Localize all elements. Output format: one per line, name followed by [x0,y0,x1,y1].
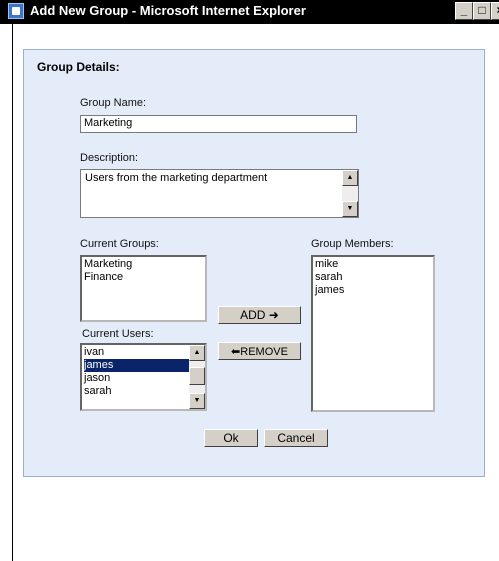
group-members-label: Group Members: [311,238,394,250]
scroll-up-icon[interactable]: ▲ [342,170,358,186]
list-item[interactable]: jason [84,372,203,385]
group-members-list[interactable]: mike sarah james [311,255,435,412]
current-groups-label: Current Groups: [80,238,159,250]
ie-page-icon [8,3,24,19]
description-textarea[interactable]: Users from the marketing department ▲ ▼ [80,169,359,218]
ok-button[interactable]: Ok [204,429,258,447]
panel-heading: Group Details: [37,60,120,74]
users-scrollbar[interactable]: ▲ ▼ [189,345,205,409]
description-label: Description: [80,152,139,164]
description-value: Users from the marketing department [85,172,268,184]
minimize-icon[interactable]: _ [455,2,473,20]
group-name-value: Marketing [84,117,133,129]
scroll-down-icon[interactable]: ▼ [342,201,358,217]
list-item[interactable]: james [315,284,431,297]
list-item[interactable]: mike [315,258,431,271]
window-titlebar: Add New Group - Microsoft Internet Explo… [0,0,499,24]
window-left-border [12,24,13,561]
list-item-selected[interactable]: james [84,359,203,372]
window-title: Add New Group - Microsoft Internet Explo… [30,3,306,18]
maximize-icon[interactable]: □ [473,2,491,20]
scroll-down-icon[interactable]: ▼ [189,393,205,409]
group-name-input[interactable]: Marketing [80,115,357,133]
list-item[interactable]: ivan [84,346,203,359]
cancel-button[interactable]: Cancel [264,429,328,447]
close-icon[interactable]: × [491,2,499,20]
current-groups-list[interactable]: Marketing Finance [80,255,207,322]
list-item[interactable]: Marketing [84,258,203,271]
list-item[interactable]: sarah [84,385,203,398]
scroll-up-icon[interactable]: ▲ [189,345,205,361]
description-scrollbar[interactable]: ▲ ▼ [342,170,358,217]
list-item[interactable]: sarah [315,271,431,284]
current-users-label: Current Users: [82,328,154,340]
add-button[interactable]: ADD ➜ [218,306,301,324]
list-item[interactable]: Finance [84,271,203,284]
remove-button[interactable]: ⬅REMOVE [218,342,301,360]
group-name-label: Group Name: [80,97,147,109]
current-users-list[interactable]: ivan james jason sarah ▲ ▼ [80,343,207,411]
scroll-thumb[interactable] [189,367,205,385]
